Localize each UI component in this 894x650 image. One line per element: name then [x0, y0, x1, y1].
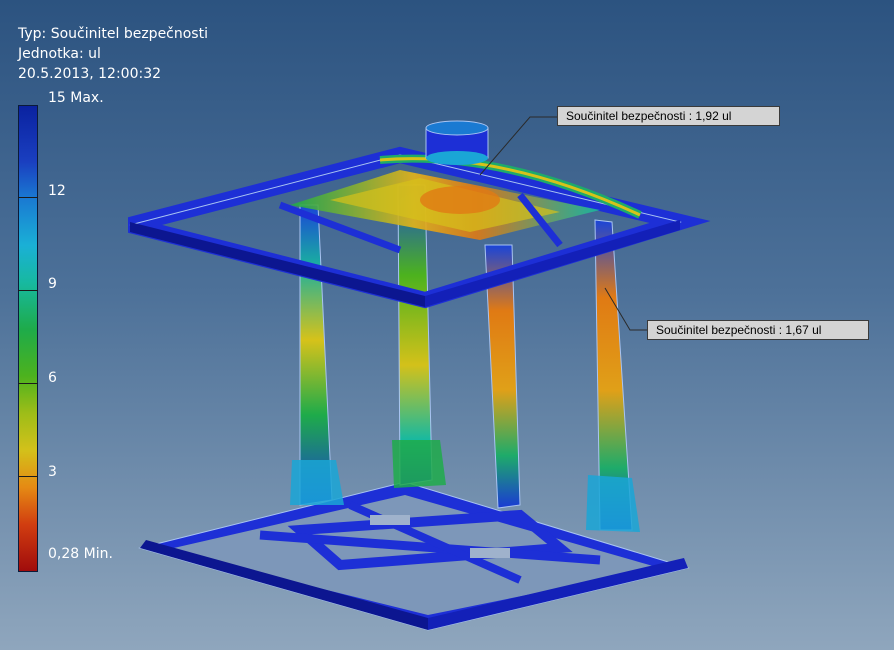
probe-callout-2[interactable]: Součinitel bezpečnosti : 1,67 ul — [647, 320, 869, 340]
top-cylinder — [425, 120, 489, 165]
probe-callout-1[interactable]: Součinitel bezpečnosti : 1,92 ul — [557, 106, 780, 126]
